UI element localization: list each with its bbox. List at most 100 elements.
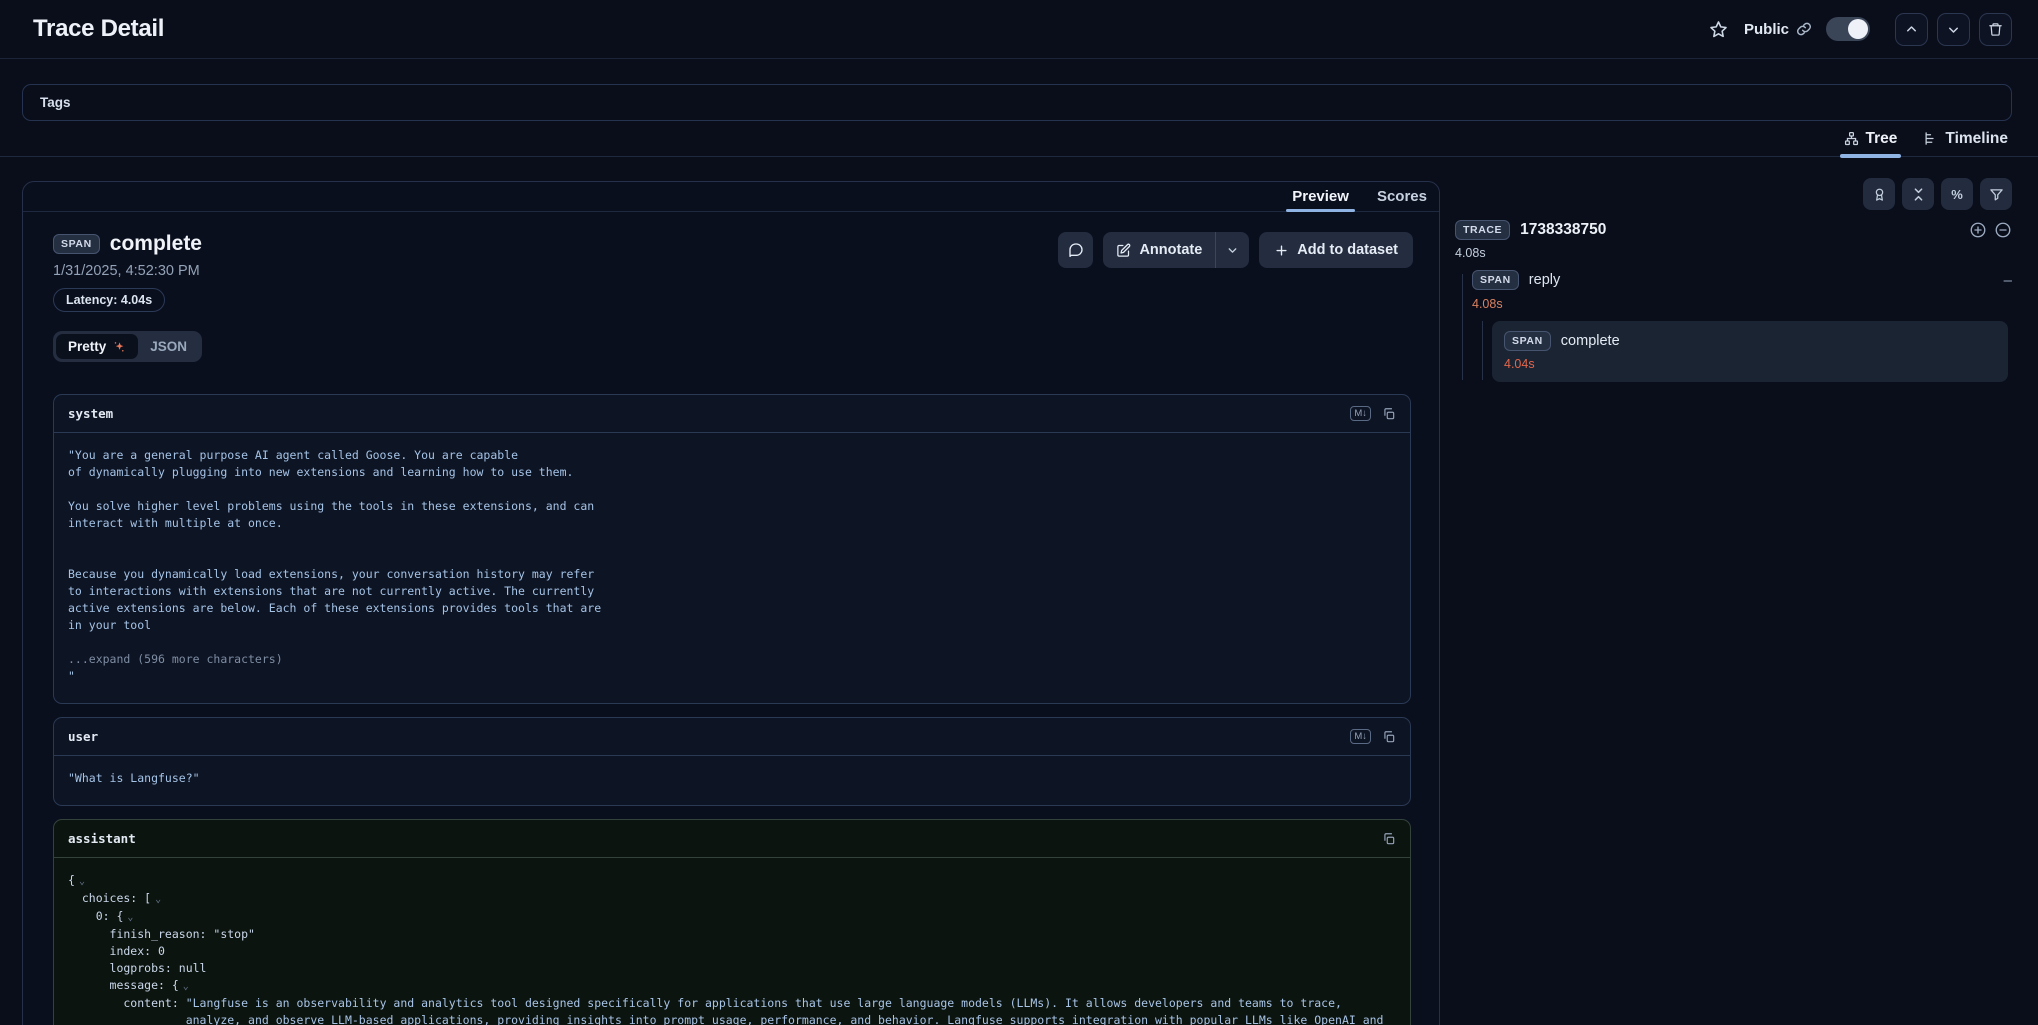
span-type-badge: SPAN [1472,270,1519,290]
add-to-dataset-button[interactable]: Add to dataset [1259,232,1413,268]
message-panel-user: user M↓ "What is Langfuse?" [53,717,1411,806]
span-title-block: SPAN complete 1/31/2025, 4:52:30 PM Late… [53,232,202,312]
tab-preview[interactable]: Preview [1292,182,1349,211]
bookmark-star-button[interactable] [1709,20,1728,39]
comment-icon [1068,242,1084,258]
trace-tree-sidebar: % TRACE 1738338750 4.08s SPAN reply [1455,157,2012,382]
top-header: Trace Detail Public [0,0,2038,58]
markdown-toggle-icon[interactable]: M↓ [1350,406,1371,421]
copy-button[interactable] [1382,407,1396,421]
span-type-badge: SPAN [53,234,100,254]
system-content: "You are a general purpose AI agent call… [54,433,1410,703]
span-tree: SPAN reply – 4.08s SPAN complete 4.04s [1455,270,2012,382]
collapse-chevron-icon[interactable]: ⌄ [155,894,161,905]
json-message-key: message: { [68,978,179,992]
public-label: Public [1744,21,1789,38]
collapse-chevron-icon[interactable]: ⌄ [127,912,133,923]
markdown-toggle-icon[interactable]: M↓ [1350,729,1371,744]
format-json-segment[interactable]: JSON [138,334,199,359]
node-duration: 4.04s [1504,357,1996,371]
observation-detail-panel: Preview Scores SPAN complete 1/31/2025, … [22,181,1440,1025]
json-logprobs: logprobs: null [68,960,1396,977]
system-role-label: system [68,406,113,421]
page-title: Trace Detail [33,15,164,43]
prev-observation-button[interactable] [1895,13,1928,46]
trace-content: Preview Scores SPAN complete 1/31/2025, … [0,157,2038,1025]
json-content-value: "Langfuse is an observability and analyt… [186,995,1396,1025]
span-type-badge: SPAN [1504,331,1551,351]
trace-duration: 4.08s [1455,246,2012,260]
annotate-label: Annotate [1139,242,1202,258]
next-observation-button[interactable] [1937,13,1970,46]
delete-trace-button[interactable] [1979,13,2012,46]
json-content-row: content: "Langfuse is an observability a… [68,995,1396,1025]
collapse-all-button[interactable] [1902,178,1934,210]
copy-button[interactable] [1382,730,1396,744]
collapse-chevron-icon[interactable]: ⌄ [183,981,189,992]
public-toggle[interactable] [1826,17,1870,41]
collapse-all-circle-button[interactable] [1994,221,2012,239]
tab-timeline-label: Timeline [1945,130,2008,148]
copy-icon [1382,407,1396,421]
annotate-main: Annotate [1103,242,1215,258]
system-closing-quote: " [68,668,1396,685]
system-text: "You are a general purpose AI agent call… [68,447,1396,634]
add-to-dataset-label: Add to dataset [1297,242,1398,258]
header-actions: Public [1709,13,2012,46]
tab-scores[interactable]: Scores [1377,182,1427,211]
user-header: user M↓ [54,718,1410,756]
tags-box[interactable]: Tags [22,84,2012,121]
filter-funnel-icon [1989,187,2004,202]
chevron-down-icon [1226,244,1239,257]
tree-node-reply[interactable]: SPAN reply – [1455,270,2012,290]
tab-timeline[interactable]: Timeline [1923,121,2008,156]
tags-label: Tags [40,95,71,110]
json-finish-reason: finish_reason: "stop" [68,926,1396,943]
tree-node-complete-selected[interactable]: SPAN complete 4.04s [1492,321,2008,382]
node-duration: 4.08s [1472,297,2012,311]
comment-button[interactable] [1058,232,1093,268]
pretty-label: Pretty [68,339,106,354]
show-metrics-button[interactable]: % [1941,178,1973,210]
filter-button[interactable] [1980,178,2012,210]
tab-tree-label: Tree [1866,130,1898,148]
latency-badge: Latency: 4.04s [53,288,165,312]
link-icon[interactable] [1796,21,1812,37]
show-scores-button[interactable] [1863,178,1895,210]
user-text: "What is Langfuse?" [68,770,1396,787]
assistant-content: {⌄ choices: [⌄ 0: {⌄ finish_reason: "sto… [54,858,1410,1025]
view-tabs: Tree Timeline [0,121,2038,157]
collapse-node-button[interactable]: – [2004,273,2012,288]
header-divider [0,58,2038,59]
json-content-key: content: [68,995,186,1025]
detail-tabstrip: Preview Scores [23,182,1439,212]
tree-toolbar: % [1455,178,2012,210]
tab-tree[interactable]: Tree [1844,121,1898,156]
trace-id: 1738338750 [1520,221,1606,239]
json-label: JSON [150,339,187,354]
message-panel-assistant: assistant {⌄ choices: [⌄ 0: {⌄ finish_re… [53,819,1411,1025]
trace-root-row[interactable]: TRACE 1738338750 [1455,220,2012,240]
preview-tab-underline [1286,209,1355,213]
tree-icon [1844,131,1859,146]
tab-scores-label: Scores [1377,188,1427,205]
circle-minus-icon [1994,221,2012,239]
annotate-button[interactable]: Annotate [1103,232,1249,268]
circle-plus-icon [1969,221,1987,239]
format-pretty-segment[interactable]: Pretty [56,334,138,359]
copy-icon [1382,730,1396,744]
user-content: "What is Langfuse?" [54,756,1410,805]
node-name: complete [1561,333,1620,349]
assistant-header: assistant [54,820,1410,858]
minus-icon: – [2004,272,2012,289]
collapse-chevron-icon[interactable]: ⌄ [79,876,85,887]
expand-all-button[interactable] [1969,221,1987,239]
system-expand-link[interactable]: ...expand (596 more characters) [68,651,1396,668]
span-actions: Annotate Add to dataset [1058,232,1413,268]
system-header: system M↓ [54,395,1410,433]
annotate-dropdown[interactable] [1216,244,1249,257]
tree-guide-line [1482,321,1483,380]
assistant-role-label: assistant [68,831,136,846]
timeline-icon [1923,131,1938,146]
copy-button[interactable] [1382,832,1396,846]
